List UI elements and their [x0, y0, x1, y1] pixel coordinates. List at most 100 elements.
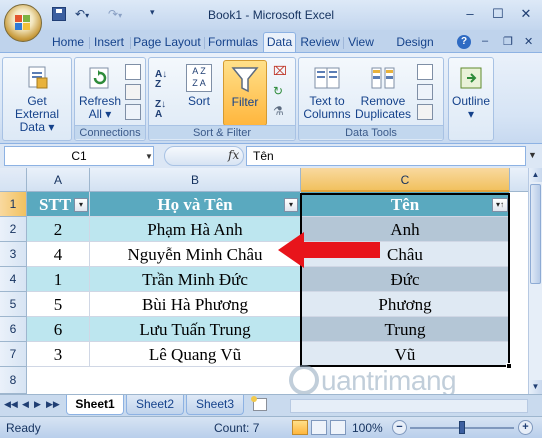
scroll-up-icon[interactable]: ▲ [529, 168, 542, 182]
zoom-level[interactable]: 100% [352, 421, 383, 435]
tab-review[interactable]: Review [299, 34, 341, 52]
insert-sheet-icon[interactable] [251, 396, 267, 411]
sort-a-z-icon[interactable]: A↓ Z [155, 70, 177, 92]
scroll-down-icon[interactable]: ▼ [529, 380, 542, 394]
sheet-tab-bar: ◀◀ ◀ ▶ ▶▶ Sheet1 Sheet2 Sheet3 [0, 394, 542, 416]
row-header-2[interactable]: 2 [0, 217, 27, 242]
column-header-b[interactable]: B [90, 168, 301, 192]
ribbon-restore-button[interactable]: ❐ [503, 35, 513, 48]
row-header-1[interactable]: 1 [0, 192, 27, 217]
table-cell[interactable]: Phương [301, 292, 510, 317]
name-box-dropdown-icon[interactable]: ▼ [145, 152, 153, 161]
table-cell[interactable]: 1 [27, 267, 90, 292]
sort-filter-group-label: Sort & Filter [149, 125, 295, 139]
last-sheet-icon[interactable]: ▶▶ [46, 399, 60, 410]
minimize-button[interactable]: – [456, 4, 484, 24]
table-cell[interactable]: 5 [27, 292, 90, 317]
filter-button[interactable]: Filter [223, 60, 267, 126]
sheet-tab-sheet2[interactable]: Sheet2 [126, 395, 184, 415]
tab-page-layout[interactable]: Page Layout [132, 34, 202, 52]
outline-button[interactable]: Outline ▾ [451, 64, 491, 121]
column-header-a[interactable]: A [27, 168, 90, 192]
properties-icon[interactable] [125, 84, 141, 100]
formula-bar: C1 ▼ fx Tên ▼ [0, 144, 542, 168]
table-cell[interactable]: Lưu Tuấn Trung [90, 317, 301, 342]
what-if-analysis-icon[interactable] [417, 104, 433, 120]
sheet-tab-sheet3[interactable]: Sheet3 [186, 395, 244, 415]
get-external-data-button[interactable]: Get External Data ▾ [5, 64, 69, 134]
tab-data[interactable]: Data [263, 32, 296, 52]
insert-function-icon[interactable]: fx [228, 148, 239, 162]
header-cell-ten[interactable]: Tên [301, 192, 510, 217]
customize-qat-button[interactable]: ▾ [150, 7, 155, 18]
ribbon-minimize-button[interactable]: – [482, 35, 488, 47]
sort-button[interactable]: A ZZ A Sort [181, 64, 217, 108]
remove-duplicates-button[interactable]: Remove Duplicates [353, 64, 413, 121]
help-icon[interactable]: ? [457, 35, 471, 49]
table-cell[interactable]: Đức [301, 267, 510, 292]
column-header-c[interactable]: C [301, 168, 510, 192]
sort-z-a-icon[interactable]: Z↓ A [155, 100, 177, 122]
ribbon-close-button[interactable]: ✕ [524, 35, 533, 48]
row-header-6[interactable]: 6 [0, 317, 27, 342]
refresh-all-button[interactable]: Refresh All ▾ [77, 64, 123, 121]
row-header-4[interactable]: 4 [0, 267, 27, 292]
advanced-filter-icon[interactable]: ⚗ [273, 104, 289, 120]
table-cell[interactable]: Trung [301, 317, 510, 342]
status-bar: Ready Count: 7 100% − + [0, 416, 542, 438]
zoom-in-icon[interactable]: + [518, 420, 533, 435]
expand-formula-bar-icon[interactable]: ▼ [528, 150, 537, 160]
page-break-view-icon[interactable] [330, 420, 346, 435]
table-cell[interactable]: Nguyễn Minh Châu [90, 242, 301, 267]
header-cell-ho-va-ten[interactable]: Họ và Tên [90, 192, 301, 217]
consolidate-icon[interactable] [417, 84, 433, 100]
sheet-tab-sheet1[interactable]: Sheet1 [66, 395, 124, 415]
row-header-5[interactable]: 5 [0, 292, 27, 317]
formula-input[interactable]: Tên [246, 146, 526, 166]
office-button[interactable] [4, 4, 42, 42]
tab-formulas[interactable]: Formulas [206, 34, 260, 52]
row-header-8[interactable]: 8 [0, 367, 27, 394]
scroll-thumb[interactable] [530, 184, 541, 284]
redo-icon[interactable]: ↷▾ [108, 7, 122, 21]
horizontal-scrollbar[interactable] [290, 399, 528, 413]
next-sheet-icon[interactable]: ▶ [34, 399, 41, 410]
connections-icon[interactable] [125, 64, 141, 80]
table-cell[interactable]: 6 [27, 317, 90, 342]
prev-sheet-icon[interactable]: ◀ [22, 399, 29, 410]
row-header-3[interactable]: 3 [0, 242, 27, 267]
table-cell[interactable]: 3 [27, 342, 90, 367]
zoom-out-icon[interactable]: − [392, 420, 407, 435]
text-to-columns-button[interactable]: Text to Columns [301, 64, 353, 121]
tab-view[interactable]: View [345, 34, 377, 52]
edit-links-icon[interactable] [125, 104, 141, 120]
table-cell[interactable]: Phạm Hà Anh [90, 217, 301, 242]
table-cell[interactable]: Lê Quang Vũ [90, 342, 301, 367]
tab-design[interactable]: Design [392, 34, 438, 52]
tab-insert[interactable]: Insert [91, 34, 127, 52]
maximize-button[interactable]: ☐ [484, 4, 512, 24]
filter-dropdown-ho-va-ten[interactable]: ▾ [284, 198, 298, 212]
filter-dropdown-stt[interactable]: ▾ [74, 198, 88, 212]
data-validation-icon[interactable] [417, 64, 433, 80]
zoom-slider-thumb[interactable] [459, 421, 465, 434]
table-cell[interactable]: Bùi Hà Phương [90, 292, 301, 317]
row-header-7[interactable]: 7 [0, 342, 27, 367]
clear-filter-icon[interactable]: ⌧ [273, 64, 289, 80]
page-layout-view-icon[interactable] [311, 420, 327, 435]
table-cell[interactable]: 2 [27, 217, 90, 242]
filter-dropdown-ten[interactable]: ▾↑ [492, 198, 508, 212]
reapply-filter-icon[interactable]: ↻ [273, 84, 289, 100]
vertical-scrollbar[interactable]: ▲ ▼ [528, 168, 542, 394]
close-button[interactable]: ✕ [512, 4, 540, 24]
first-sheet-icon[interactable]: ◀◀ [4, 399, 18, 410]
select-all-corner[interactable] [0, 168, 27, 192]
normal-view-icon[interactable] [292, 420, 308, 435]
table-cell[interactable]: Trần Minh Đức [90, 267, 301, 292]
undo-icon[interactable]: ↶▾ [75, 7, 89, 21]
tab-home[interactable]: Home [49, 34, 87, 52]
save-icon[interactable] [52, 7, 66, 21]
column-header-d[interactable] [510, 168, 528, 192]
table-cell[interactable]: 4 [27, 242, 90, 267]
name-box[interactable]: C1 [4, 146, 154, 166]
